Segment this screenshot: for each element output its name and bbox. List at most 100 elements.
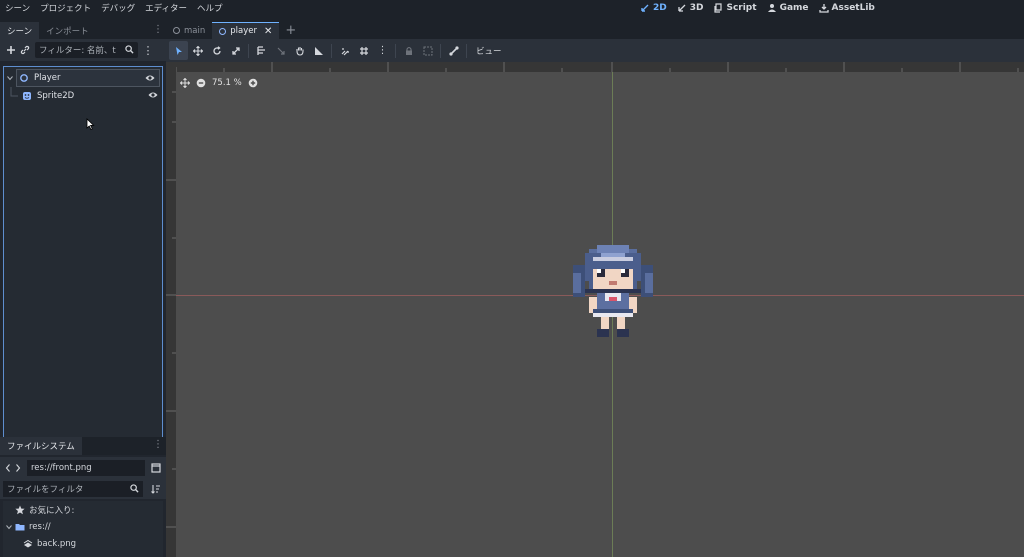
snap-options-button[interactable]: ⋮ — [373, 41, 392, 60]
3d-icon — [678, 4, 686, 12]
add-node-button[interactable] — [4, 43, 18, 57]
menu-debug[interactable]: デバッグ — [96, 2, 140, 14]
pan-mode-button[interactable] — [290, 41, 309, 60]
scene-tab-label: main — [184, 25, 206, 36]
group-button[interactable] — [418, 41, 437, 60]
panel-icon — [151, 462, 161, 473]
move-mode-button[interactable] — [188, 41, 207, 60]
zoom-in-icon[interactable] — [248, 78, 258, 88]
scene-toolbar: フィルター: 名前、t ⋮ — [0, 39, 166, 61]
lock-button[interactable] — [399, 41, 418, 60]
list-select-button[interactable] — [252, 41, 271, 60]
workspace-script-label: Script — [726, 3, 757, 13]
toolbar-divider — [466, 43, 467, 58]
scene-options-button[interactable]: ⋮ — [141, 43, 155, 57]
workspace-game-button[interactable]: Game — [767, 3, 809, 13]
menu-editor[interactable]: エディター — [140, 2, 192, 14]
player-sprite[interactable] — [573, 245, 653, 337]
magnet-icon — [341, 47, 349, 55]
star-icon — [15, 505, 25, 514]
script-icon — [714, 3, 723, 13]
pivot-button[interactable] — [271, 41, 290, 60]
menu-project[interactable]: プロジェクト — [35, 2, 96, 14]
node2d-icon — [20, 74, 28, 82]
link-icon — [20, 45, 30, 55]
close-icon[interactable]: ✕ — [264, 26, 272, 37]
rotate-mode-button[interactable] — [207, 41, 226, 60]
ruler-ticks-v — [166, 91, 176, 528]
ruler-corner — [166, 62, 176, 72]
grid-snap-button[interactable] — [354, 41, 373, 60]
tree-node-player[interactable]: Player — [7, 69, 160, 87]
menu-help[interactable]: ヘルプ — [192, 2, 228, 14]
workspace-game-label: Game — [779, 3, 809, 13]
tab-player-scene[interactable]: player ✕ — [212, 22, 280, 39]
toolbar-divider — [395, 43, 396, 58]
sprite2d-icon — [23, 92, 31, 100]
workspace-assetlib-label: AssetLib — [831, 3, 875, 13]
add-scene-tab-button[interactable]: + — [279, 22, 302, 39]
image-file-icon — [23, 539, 33, 547]
dock-menu-icon[interactable]: ⋮ — [153, 440, 163, 450]
select-mode-button[interactable] — [169, 41, 188, 60]
ruler-icon — [314, 46, 323, 55]
sort-icon — [151, 484, 160, 494]
split-view-button[interactable] — [149, 461, 163, 475]
canvas-viewport[interactable]: 75.1 % — [166, 62, 1024, 557]
plus-icon — [7, 46, 15, 54]
chevron-down-icon[interactable] — [7, 75, 13, 81]
filesystem-tree: お気に入り: res:// back.png — [3, 501, 163, 557]
workspace-3d-button[interactable]: 3D — [677, 3, 704, 13]
eye-icon[interactable] — [148, 91, 158, 99]
list-icon — [256, 45, 265, 55]
horizontal-ruler[interactable] — [175, 62, 1024, 72]
workspace-2d-label: 2D — [653, 3, 667, 13]
workspace-assetlib-button[interactable]: AssetLib — [818, 3, 875, 13]
sort-button[interactable] — [149, 482, 163, 496]
tab-scene[interactable]: シーン — [0, 22, 40, 39]
fs-item-label: back.png — [37, 538, 77, 549]
2d-icon — [641, 4, 649, 12]
back-button[interactable] — [3, 461, 13, 475]
fs-item-label: お気に入り: — [29, 505, 75, 516]
chevron-right-icon — [16, 463, 21, 472]
tab-filesystem[interactable]: ファイルシステム — [0, 437, 82, 455]
scene-filter-input[interactable]: フィルター: 名前、t — [35, 42, 138, 58]
chevron-down-icon[interactable] — [6, 524, 12, 530]
forward-button[interactable] — [13, 461, 23, 475]
zoom-level[interactable]: 75.1 % — [212, 78, 242, 88]
zoom-out-icon[interactable] — [196, 78, 206, 88]
dock-menu-icon[interactable]: ⋮ — [153, 25, 163, 35]
fs-item-favorites[interactable]: お気に入り: — [3, 501, 163, 518]
filesystem-path-input[interactable]: res://front.png — [27, 459, 145, 476]
tree-node-label: Sprite2D — [37, 91, 75, 101]
scale-mode-button[interactable] — [226, 41, 245, 60]
smart-snap-button[interactable] — [335, 41, 354, 60]
kebab-icon: ⋮ — [377, 45, 388, 56]
filesystem-filter-input[interactable]: ファイルをフィルタ — [3, 480, 143, 497]
filesystem-dock: ファイルシステム ⋮ res://front.png ファイルをフィルタ お気に… — [0, 437, 166, 557]
tab-import[interactable]: インポート — [39, 22, 96, 39]
fs-item-back-png[interactable]: back.png — [3, 535, 163, 552]
scene-tab-bar: main player ✕ + — [166, 22, 1024, 39]
workspace-2d-button[interactable]: 2D — [640, 3, 667, 13]
tab-main-scene[interactable]: main — [166, 22, 212, 39]
instance-scene-button[interactable] — [18, 43, 32, 57]
workspace-script-button[interactable]: Script — [713, 3, 757, 13]
ruler-mode-button[interactable] — [309, 41, 328, 60]
game-icon — [767, 4, 776, 12]
fs-item-res[interactable]: res:// — [3, 518, 163, 535]
scale-icon — [231, 46, 240, 55]
tree-node-sprite2d[interactable]: Sprite2D — [4, 87, 162, 105]
toolbar-divider — [440, 43, 441, 58]
workspace-switcher: 2D 3D Script Game AssetLib — [640, 0, 885, 16]
workspace-3d-label: 3D — [689, 3, 704, 13]
view-menu-button[interactable]: ビュー — [470, 45, 508, 57]
vertical-ruler[interactable] — [166, 72, 176, 557]
chevron-left-icon — [5, 463, 10, 472]
center-view-icon[interactable] — [180, 78, 190, 88]
main-editor: main player ✕ + ⋮ ビュー 75.1 % — [166, 22, 1024, 557]
menu-scene[interactable]: シーン — [0, 2, 35, 14]
skeleton-button[interactable] — [444, 41, 463, 60]
eye-icon[interactable] — [145, 74, 155, 82]
